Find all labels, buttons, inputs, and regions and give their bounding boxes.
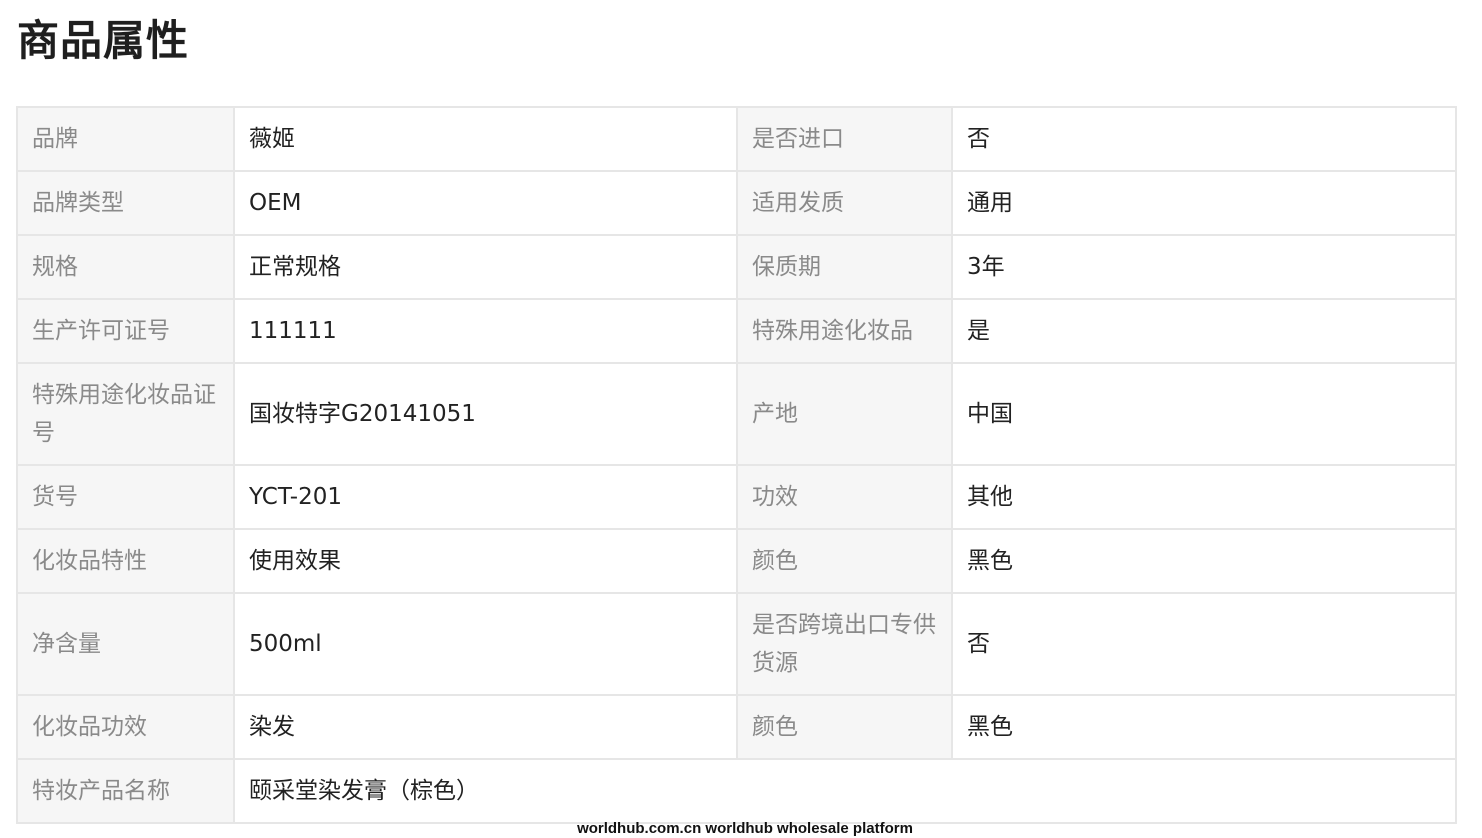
- attr-key: 生产许可证号: [16, 298, 235, 364]
- attr-key: 品牌: [16, 106, 235, 172]
- attr-key: 颜色: [736, 528, 953, 594]
- attr-key: 颜色: [736, 694, 953, 760]
- attr-key: 产地: [736, 362, 953, 466]
- attr-key: 规格: [16, 234, 235, 300]
- attr-key: 保质期: [736, 234, 953, 300]
- attr-key: 品牌类型: [16, 170, 235, 236]
- attr-value: 通用: [951, 170, 1457, 236]
- product-attributes-page: 商品属性 品牌 薇姬 是否进口 否 品牌类型 OEM 适用发质 通用 规格 正常…: [0, 0, 1482, 838]
- attr-value: 薇姬: [233, 106, 738, 172]
- attr-key: 功效: [736, 464, 953, 530]
- attr-key: 特殊用途化妆品: [736, 298, 953, 364]
- attr-value: 颐采堂染发膏（棕色）: [233, 758, 1457, 824]
- attr-key: 净含量: [16, 592, 235, 696]
- section-title: 商品属性: [17, 16, 190, 65]
- table-row: 货号 YCT-201 功效 其他: [16, 464, 1457, 530]
- table-row: 净含量 500ml 是否跨境出口专供货源 否: [16, 592, 1457, 696]
- table-row: 品牌类型 OEM 适用发质 通用: [16, 170, 1457, 236]
- attr-value: OEM: [233, 170, 738, 236]
- table-row: 化妆品功效 染发 颜色 黑色: [16, 694, 1457, 760]
- attr-key: 是否进口: [736, 106, 953, 172]
- attr-value: 3年: [951, 234, 1457, 300]
- footer-watermark: worldhub.com.cn worldhub wholesale platf…: [577, 820, 913, 837]
- table-row: 特妆产品名称 颐采堂染发膏（棕色）: [16, 758, 1457, 824]
- attr-value: 否: [951, 592, 1457, 696]
- attr-value: 其他: [951, 464, 1457, 530]
- attr-value: 500ml: [233, 592, 738, 696]
- attr-value: 是: [951, 298, 1457, 364]
- attr-value: 111111: [233, 298, 738, 364]
- attr-value: 正常规格: [233, 234, 738, 300]
- attr-key: 适用发质: [736, 170, 953, 236]
- attr-value: 中国: [951, 362, 1457, 466]
- attr-value: YCT-201: [233, 464, 738, 530]
- table-row: 特殊用途化妆品证号 国妆特字G20141051 产地 中国: [16, 362, 1457, 466]
- attr-key: 特殊用途化妆品证号: [16, 362, 235, 466]
- attr-value: 国妆特字G20141051: [233, 362, 738, 466]
- attr-value: 黑色: [951, 528, 1457, 594]
- table-row: 化妆品特性 使用效果 颜色 黑色: [16, 528, 1457, 594]
- attr-value: 使用效果: [233, 528, 738, 594]
- table-row: 品牌 薇姬 是否进口 否: [16, 106, 1457, 172]
- attr-key: 特妆产品名称: [16, 758, 235, 824]
- table-row: 生产许可证号 111111 特殊用途化妆品 是: [16, 298, 1457, 364]
- table-row: 规格 正常规格 保质期 3年: [16, 234, 1457, 300]
- attr-value: 黑色: [951, 694, 1457, 760]
- attributes-table: 品牌 薇姬 是否进口 否 品牌类型 OEM 适用发质 通用 规格 正常规格 保质…: [16, 106, 1457, 824]
- attr-key: 货号: [16, 464, 235, 530]
- attr-value: 染发: [233, 694, 738, 760]
- attr-key: 化妆品功效: [16, 694, 235, 760]
- attr-key: 化妆品特性: [16, 528, 235, 594]
- attr-key: 是否跨境出口专供货源: [736, 592, 953, 696]
- attr-value: 否: [951, 106, 1457, 172]
